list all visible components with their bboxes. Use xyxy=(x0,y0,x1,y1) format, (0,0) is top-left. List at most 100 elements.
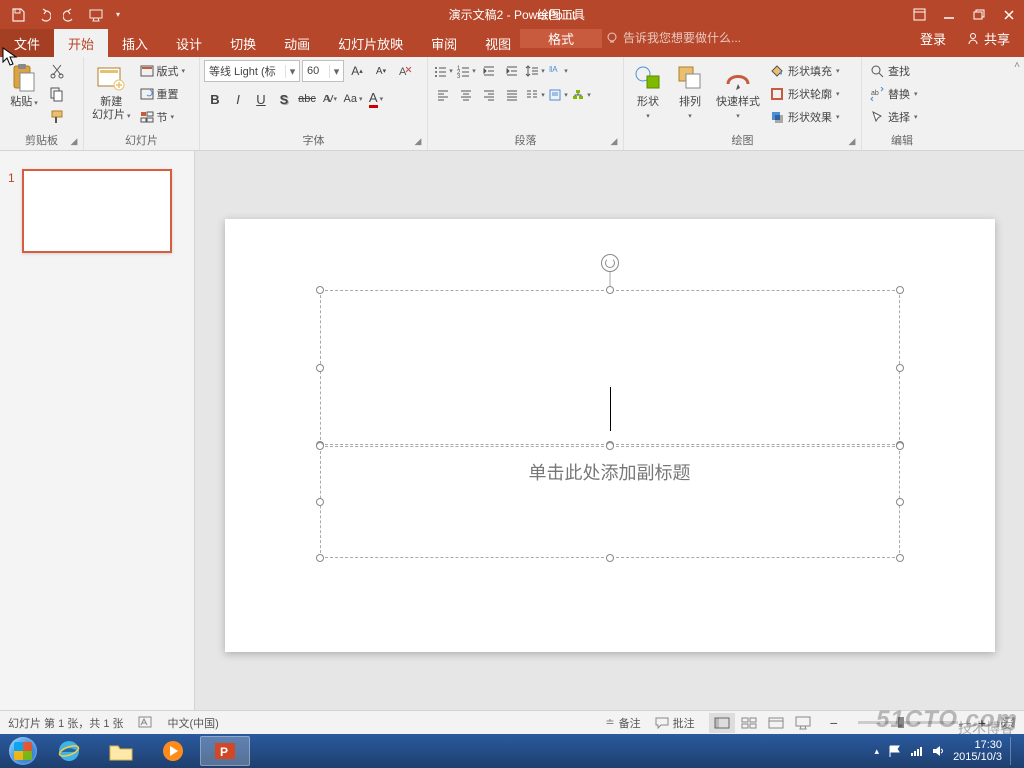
notes-button[interactable]: ≐ 备注 xyxy=(605,715,640,731)
tab-format[interactable]: 格式 xyxy=(520,29,602,48)
clear-formatting-button[interactable]: A xyxy=(394,60,416,82)
align-right-button[interactable] xyxy=(478,84,500,106)
tab-transitions[interactable]: 切换 xyxy=(216,29,270,57)
tab-animations[interactable]: 动画 xyxy=(270,29,324,57)
qat-customize-button[interactable]: ▾ xyxy=(110,3,126,27)
shape-fill-button[interactable]: 形状填充▾ xyxy=(766,60,844,82)
bullets-button[interactable] xyxy=(432,60,454,82)
reading-view-button[interactable] xyxy=(763,713,789,733)
resize-handle-ml[interactable] xyxy=(316,498,324,506)
drawing-launcher[interactable]: ◢ xyxy=(845,134,859,148)
section-button[interactable]: 节▾ xyxy=(137,106,189,128)
font-name-combo[interactable]: 等线 Light (标▾ xyxy=(204,60,300,82)
collapse-ribbon-button[interactable]: ˄ xyxy=(1014,60,1020,71)
resize-handle-ml[interactable] xyxy=(316,364,324,372)
clipboard-launcher[interactable]: ◢ xyxy=(67,134,81,148)
zoom-thumb[interactable] xyxy=(898,717,904,728)
explorer-taskbar-button[interactable] xyxy=(96,736,146,766)
slideshow-view-button[interactable] xyxy=(790,713,816,733)
powerpoint-taskbar-button[interactable]: P xyxy=(200,736,250,766)
align-center-button[interactable] xyxy=(455,84,477,106)
restore-button[interactable] xyxy=(964,0,994,29)
select-button[interactable]: 选择▾ xyxy=(866,106,938,128)
strikethrough-button[interactable]: abc xyxy=(296,88,318,110)
shape-effects-button[interactable]: 形状效果▾ xyxy=(766,106,844,128)
format-painter-button[interactable] xyxy=(46,106,68,128)
zoom-out-button[interactable]: − xyxy=(830,715,838,731)
close-button[interactable] xyxy=(994,0,1024,29)
resize-handle-tr[interactable] xyxy=(896,286,904,294)
fit-to-window-button[interactable] xyxy=(1000,716,1016,730)
layout-button[interactable]: 版式▾ xyxy=(137,60,189,82)
thumbnail-1[interactable]: 1 xyxy=(0,169,194,253)
font-launcher[interactable]: ◢ xyxy=(411,134,425,148)
tab-slideshow[interactable]: 幻灯片放映 xyxy=(324,29,417,57)
tab-design[interactable]: 设计 xyxy=(162,29,216,57)
line-spacing-button[interactable] xyxy=(524,60,546,82)
paragraph-launcher[interactable]: ◢ xyxy=(607,134,621,148)
resize-handle-tr[interactable] xyxy=(896,442,904,450)
italic-button[interactable]: I xyxy=(227,88,249,110)
start-from-beginning-button[interactable] xyxy=(84,3,108,27)
volume-icon[interactable] xyxy=(931,744,945,758)
underline-button[interactable]: U xyxy=(250,88,272,110)
ie-taskbar-button[interactable] xyxy=(44,736,94,766)
shadow-button[interactable]: S xyxy=(273,88,295,110)
show-desktop-button[interactable] xyxy=(1010,737,1018,765)
justify-button[interactable] xyxy=(501,84,523,106)
change-case-button[interactable]: Aa xyxy=(342,88,364,110)
start-button[interactable] xyxy=(4,736,42,766)
share-button[interactable]: 共享 xyxy=(958,29,1018,48)
increase-indent-button[interactable] xyxy=(501,60,523,82)
resize-handle-mr[interactable] xyxy=(896,364,904,372)
text-direction-button[interactable]: ‖A xyxy=(547,60,569,82)
find-button[interactable]: 查找 xyxy=(866,60,938,82)
copy-button[interactable] xyxy=(46,83,68,105)
flag-icon[interactable] xyxy=(887,744,901,758)
char-spacing-button[interactable]: AV xyxy=(319,88,341,110)
decrease-font-button[interactable]: A▾ xyxy=(370,60,392,82)
comments-button[interactable]: 批注 xyxy=(655,715,695,731)
spellcheck-status[interactable] xyxy=(138,716,154,730)
redo-button[interactable] xyxy=(58,3,82,27)
resize-handle-bm[interactable] xyxy=(606,554,614,562)
decrease-indent-button[interactable] xyxy=(478,60,500,82)
smartart-button[interactable] xyxy=(570,84,592,106)
reset-button[interactable]: 重置 xyxy=(137,83,189,105)
resize-handle-tm[interactable] xyxy=(606,286,614,294)
arrange-button[interactable]: 排列▾ xyxy=(670,60,710,130)
zoom-in-button[interactable]: + xyxy=(978,715,986,731)
replace-button[interactable]: ab替换▾ xyxy=(866,83,938,105)
tab-home[interactable]: 开始 xyxy=(54,29,108,57)
resize-handle-tm[interactable] xyxy=(606,442,614,450)
sorter-view-button[interactable] xyxy=(736,713,762,733)
save-button[interactable] xyxy=(6,3,30,27)
tab-file[interactable]: 文件 xyxy=(0,29,54,57)
tab-insert[interactable]: 插入 xyxy=(108,29,162,57)
slide-count-status[interactable]: 幻灯片 第 1 张，共 1 张 xyxy=(8,715,124,731)
sign-in-button[interactable]: 登录 xyxy=(910,29,956,48)
align-text-button[interactable] xyxy=(547,84,569,106)
align-left-button[interactable] xyxy=(432,84,454,106)
media-player-taskbar-button[interactable] xyxy=(148,736,198,766)
clock[interactable]: 17:30 2015/10/3 xyxy=(953,739,1002,763)
cut-button[interactable] xyxy=(46,60,68,82)
undo-button[interactable] xyxy=(32,3,56,27)
resize-handle-br[interactable] xyxy=(896,554,904,562)
resize-handle-bl[interactable] xyxy=(316,554,324,562)
resize-handle-tl[interactable] xyxy=(316,286,324,294)
columns-button[interactable] xyxy=(524,84,546,106)
increase-font-button[interactable]: A▴ xyxy=(346,60,368,82)
subtitle-placeholder[interactable]: 单击此处添加副标题 xyxy=(320,446,900,558)
font-size-combo[interactable]: 60▾ xyxy=(302,60,344,82)
tray-expand-button[interactable]: ▴ xyxy=(875,746,880,757)
minimize-button[interactable] xyxy=(934,0,964,29)
normal-view-button[interactable] xyxy=(709,713,735,733)
tab-review[interactable]: 审阅 xyxy=(417,29,471,57)
numbering-button[interactable]: 123 xyxy=(455,60,477,82)
quick-styles-button[interactable]: 快速样式▾ xyxy=(712,60,764,130)
network-icon[interactable] xyxy=(909,744,923,758)
tab-view[interactable]: 视图 xyxy=(471,29,525,57)
paste-button[interactable]: 粘贴 xyxy=(4,60,44,130)
font-color-button[interactable]: A xyxy=(365,88,387,110)
